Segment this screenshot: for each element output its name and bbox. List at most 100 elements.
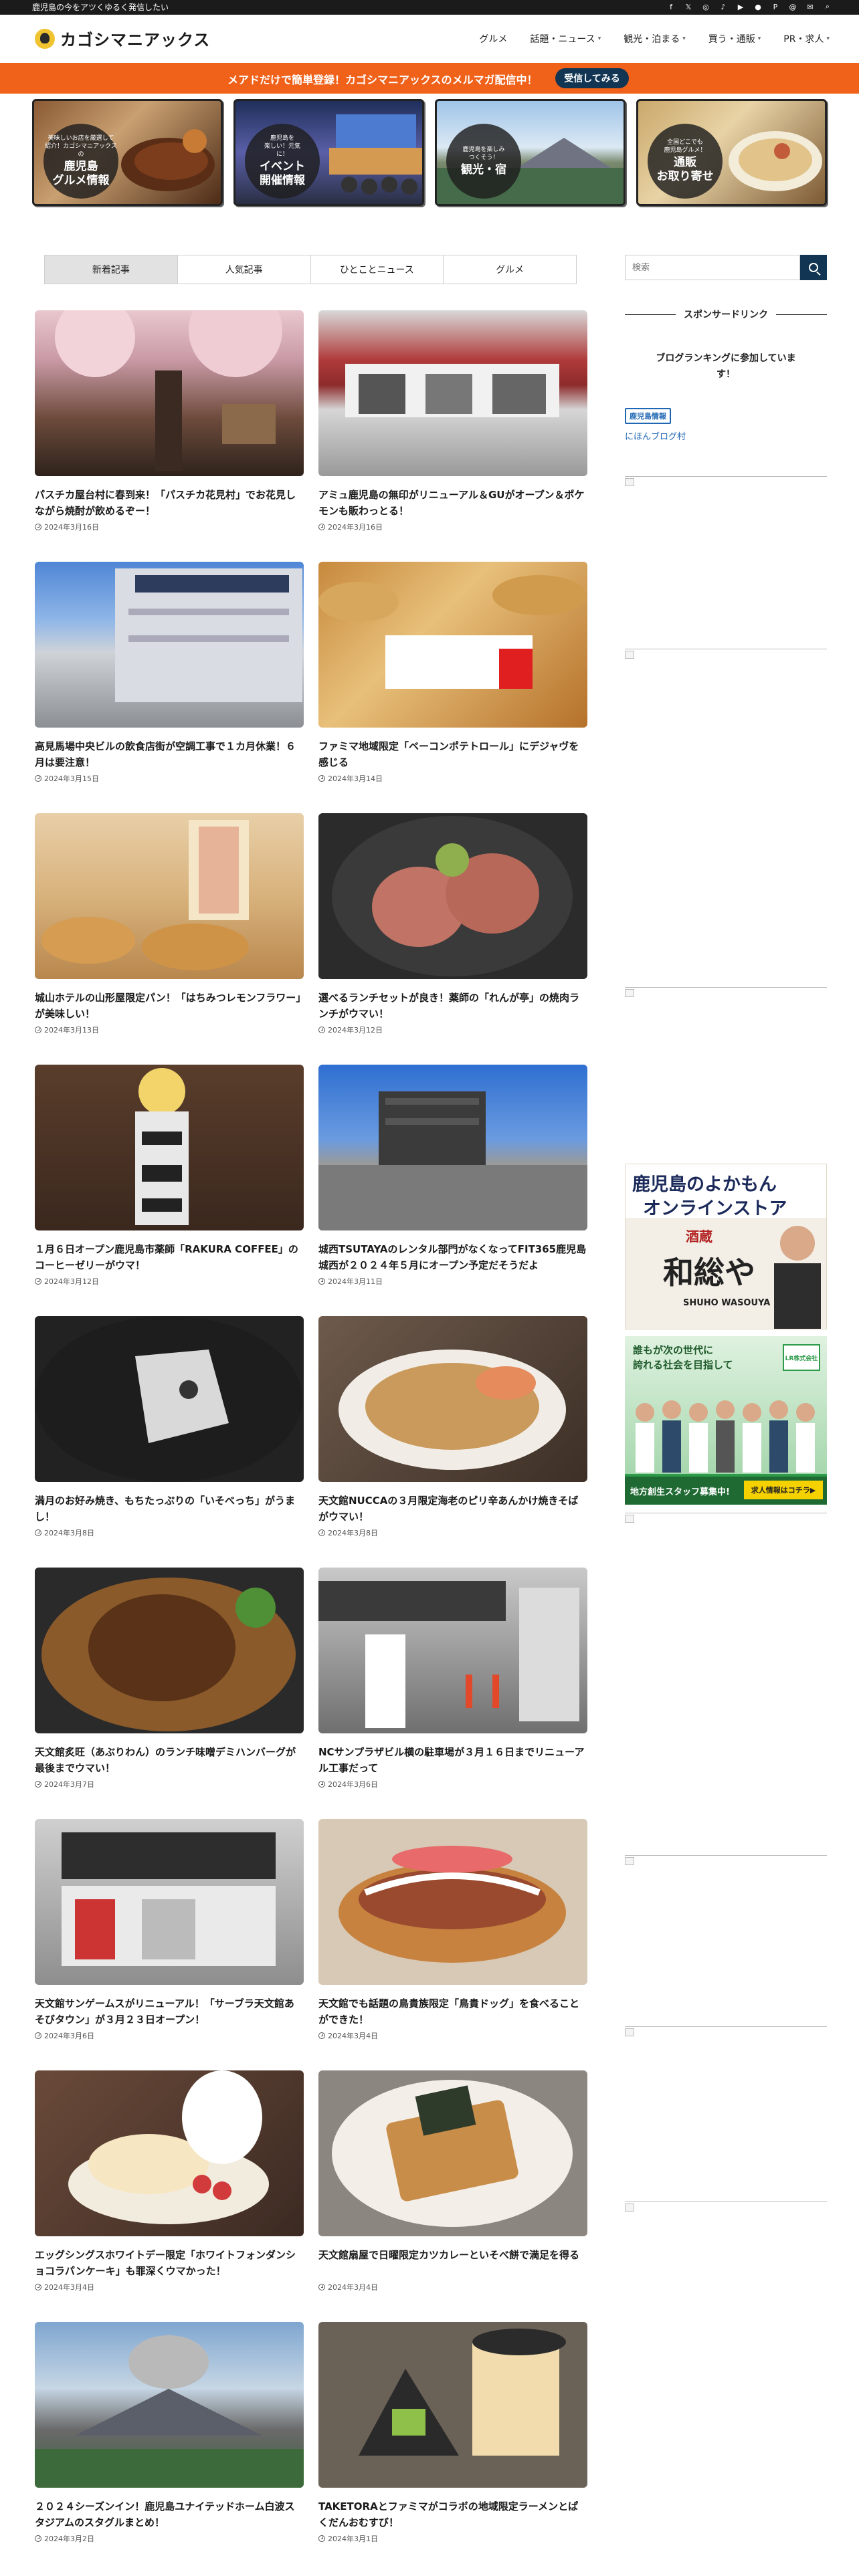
post-card[interactable]: アミュ鹿児島の無印がリニューアル＆GUがオープン＆ポケモンも販わっとる！ 202… bbox=[318, 310, 587, 532]
search-icon[interactable]: ⌕ bbox=[823, 2, 832, 11]
post-card[interactable]: １月６日オープン鹿児島市薬師「RAKURA COFFEE」のコーヒーゼリーがウマ… bbox=[35, 1065, 304, 1287]
tiktok-icon[interactable]: ♪ bbox=[719, 2, 728, 11]
post-card[interactable]: 天文館NUCCAの３月限定海老のピリ辛あんかけ焼きそばがウマい！ 2024年3月… bbox=[318, 1316, 587, 1538]
tab-popular[interactable]: 人気記事 bbox=[177, 255, 311, 284]
broken-image bbox=[625, 2026, 827, 2036]
search-input[interactable] bbox=[625, 255, 800, 280]
post-thumbnail[interactable] bbox=[318, 2070, 587, 2236]
post-card[interactable]: エッグシングスホワイトデー限定「ホワイトフォンダンショコラパンケーキ」も罪深くウ… bbox=[35, 2070, 304, 2292]
post-title[interactable]: 高見馬場中央ビルの飲食店街が空調工事で１カ月休業！６月は要注意！ bbox=[35, 738, 304, 770]
post-title[interactable]: 天文館NUCCAの３月限定海老のピリ辛あんかけ焼きそばがウマい！ bbox=[318, 1493, 587, 1525]
tab-gourmet[interactable]: グルメ bbox=[444, 255, 576, 284]
post-thumbnail[interactable] bbox=[35, 813, 304, 979]
post-thumbnail[interactable] bbox=[35, 562, 304, 728]
ad-lr-cta-button[interactable]: 求人情報はコチラ▶ bbox=[744, 1481, 823, 1499]
instagram-icon[interactable]: ◎ bbox=[701, 2, 710, 11]
post-thumbnail[interactable] bbox=[35, 2322, 304, 2488]
post-thumbnail[interactable] bbox=[318, 1819, 587, 1985]
clock-icon bbox=[318, 2535, 325, 2542]
nav-item-sightseeing[interactable]: 観光・泊まる ▾ bbox=[624, 32, 686, 45]
post-title[interactable]: NCサンプラザビル横の駐車場が３月１６日までリニューアル工事だって bbox=[318, 1744, 587, 1776]
tab-short-news[interactable]: ひとことニュース bbox=[310, 255, 444, 284]
post-title[interactable]: ２０２４シーズンイン！鹿児島ユナイテッドホーム白波スタジアムのスタグルまとめ！ bbox=[35, 2498, 304, 2531]
post-title[interactable]: 選べるランチセットが良き！薬師の「れんが亭」の焼肉ランチがウマい！ bbox=[318, 990, 587, 1022]
post-title[interactable]: TAKETORAとファミマがコラボの地域限定ラーメンとぱくだんおむすび！ bbox=[318, 2498, 587, 2531]
nav-item-gourmet[interactable]: グルメ bbox=[479, 32, 507, 45]
post-thumbnail[interactable] bbox=[35, 1568, 304, 1733]
mail-icon[interactable]: ✉ bbox=[805, 2, 815, 11]
post-title[interactable]: 天文館扇屋で日曜限定カツカレーといそべ餅で満足を得る bbox=[318, 2247, 587, 2279]
ad-lr-recruit[interactable]: 誰もが次の世代に 誇れる社会を目指して LR株式会社 地方創生スタッフ募集中! … bbox=[625, 1336, 827, 1505]
divider bbox=[776, 314, 827, 315]
post-thumbnail[interactable] bbox=[318, 813, 587, 979]
broken-image-icon bbox=[625, 2204, 634, 2212]
banner-mailorder[interactable]: 全国どこでも 鹿児島グルメ！ 通販 お取り寄せ bbox=[636, 99, 827, 206]
post-thumbnail[interactable] bbox=[318, 1065, 587, 1230]
post-card[interactable]: 選べるランチセットが良き！薬師の「れんが亭」の焼肉ランチがウマい！ 2024年3… bbox=[318, 813, 587, 1035]
nav-label: 買う・通販 bbox=[708, 34, 755, 45]
post-card[interactable]: ファミマ地域限定「ベーコンポテトロール」にデジャヴを感じる 2024年3月14日 bbox=[318, 562, 587, 784]
post-title[interactable]: 城西TSUTAYAのレンタル部門がなくなってFIT365鹿児島城西が２０２４年５… bbox=[318, 1241, 587, 1273]
tab-new[interactable]: 新着記事 bbox=[45, 255, 178, 284]
nav-item-shopping[interactable]: 買う・通販 ▾ bbox=[708, 32, 761, 45]
post-thumbnail[interactable] bbox=[35, 1819, 304, 1985]
x-icon[interactable]: 𝕏 bbox=[684, 2, 693, 11]
banner-gourmet[interactable]: 美味しいお店を厳選して 紹介！カゴシマニアックスの 鹿児島 グルメ情報 bbox=[32, 99, 223, 206]
post-card[interactable]: ２０２４シーズンイン！鹿児島ユナイテッドホーム白波スタジアムのスタグルまとめ！ … bbox=[35, 2322, 304, 2544]
blog-ranking-link[interactable]: にほんブログ村 bbox=[625, 429, 686, 442]
post-card[interactable]: 城山ホテルの山形屋限定パン！「はちみつレモンフラワー」が美味しい！ 2024年3… bbox=[35, 813, 304, 1035]
main-nav: グルメ 話題・ニュース ▾ 観光・泊まる ▾ 買う・通販 ▾ PR・求人 ▾ bbox=[479, 32, 830, 45]
post-card[interactable]: 高見馬場中央ビルの飲食店街が空調工事で１カ月休業！６月は要注意！ 2024年3月… bbox=[35, 562, 304, 784]
clock-icon bbox=[35, 1027, 41, 1033]
clock-icon bbox=[318, 2284, 325, 2290]
post-title[interactable]: １月６日オープン鹿児島市薬師「RAKURA COFFEE」のコーヒーゼリーがウマ… bbox=[35, 1241, 304, 1273]
post-title[interactable]: 天文館サンゲームスがリニューアル！「サーブラ天文館あそびタウン」が３月２３日オー… bbox=[35, 1996, 304, 2028]
post-title[interactable]: 天文館炙旺（あぶりわん）のランチ味噌デミハンバーグが最後までウマい！ bbox=[35, 1744, 304, 1776]
post-thumbnail[interactable] bbox=[318, 1568, 587, 1733]
post-title[interactable]: ファミマ地域限定「ベーコンポテトロール」にデジャヴを感じる bbox=[318, 738, 587, 770]
post-thumbnail[interactable] bbox=[35, 310, 304, 476]
banner-sightseeing[interactable]: 鹿児島を楽しみ つくそう！ 観光・宿 bbox=[435, 99, 626, 206]
post-date: 2024年3月4日 bbox=[318, 2282, 587, 2292]
youtube-icon[interactable]: ▶ bbox=[736, 2, 745, 11]
line-icon[interactable]: ● bbox=[753, 2, 763, 11]
post-title[interactable]: 城山ホテルの山形屋限定パン！「はちみつレモンフラワー」が美味しい！ bbox=[35, 990, 304, 1022]
banner-events[interactable]: 鹿児島を 楽しい！元気 に！ イベント 開催情報 bbox=[233, 99, 424, 206]
pinterest-icon[interactable]: P bbox=[771, 2, 780, 11]
post-card[interactable]: 満月のお好み焼き、もちたっぷりの「いそべっち」がうまし！ 2024年3月8日 bbox=[35, 1316, 304, 1538]
blog-ranking-badge[interactable]: 鹿児島情報 bbox=[625, 408, 671, 424]
bread-image bbox=[318, 575, 586, 689]
nav-item-news[interactable]: 話題・ニュース ▾ bbox=[530, 32, 601, 45]
search-button[interactable] bbox=[800, 255, 827, 280]
facebook-icon[interactable]: f bbox=[666, 2, 676, 11]
site-logo[interactable]: カゴシマニアックス bbox=[35, 27, 210, 50]
post-card[interactable]: TAKETORAとファミマがコラボの地域限定ラーメンとぱくだんおむすび！ 202… bbox=[318, 2322, 587, 2544]
post-title[interactable]: エッグシングスホワイトデー限定「ホワイトフォンダンショコラパンケーキ」も罪深くウ… bbox=[35, 2247, 304, 2279]
broken-image bbox=[625, 476, 827, 486]
post-thumbnail[interactable] bbox=[35, 2070, 304, 2236]
ad-wasouya[interactable]: 鹿児島のよかもん オンラインストア 酒蔵 和総や SHUHO WASOUYA bbox=[625, 1164, 827, 1329]
threads-icon[interactable]: @ bbox=[788, 2, 797, 11]
post-thumbnail[interactable] bbox=[318, 1316, 587, 1482]
post-card[interactable]: 城西TSUTAYAのレンタル部門がなくなってFIT365鹿児島城西が２０２４年５… bbox=[318, 1065, 587, 1287]
post-card[interactable]: 天文館炙旺（あぶりわん）のランチ味噌デミハンバーグが最後までウマい！ 2024年… bbox=[35, 1568, 304, 1790]
nav-item-pr[interactable]: PR・求人 ▾ bbox=[783, 32, 830, 45]
post-card[interactable]: NCサンプラザビル横の駐車場が３月１６日までリニューアル工事だって 2024年3… bbox=[318, 1568, 587, 1790]
post-thumbnail[interactable] bbox=[318, 2322, 587, 2488]
subscribe-button[interactable]: 受信してみる bbox=[555, 68, 629, 88]
post-title[interactable]: アミュ鹿児島の無印がリニューアル＆GUがオープン＆ポケモンも販わっとる！ bbox=[318, 487, 587, 519]
chevron-down-icon: ▾ bbox=[826, 35, 830, 42]
post-thumbnail[interactable] bbox=[35, 1065, 304, 1230]
post-title[interactable]: パスチカ屋台村に春到来！「パスチカ花見村」でお花見しながら焼酎が飲めるぞー！ bbox=[35, 487, 304, 519]
post-thumbnail[interactable] bbox=[35, 1316, 304, 1482]
post-card[interactable]: パスチカ屋台村に春到来！「パスチカ花見村」でお花見しながら焼酎が飲めるぞー！ 2… bbox=[35, 310, 304, 532]
post-thumbnail[interactable] bbox=[318, 310, 587, 476]
post-card[interactable]: 天文館扇屋で日曜限定カツカレーといそべ餅で満足を得る 2024年3月4日 bbox=[318, 2070, 587, 2292]
post-date-text: 2024年3月4日 bbox=[328, 2032, 378, 2040]
post-title[interactable]: 満月のお好み焼き、もちたっぷりの「いそべっち」がうまし！ bbox=[35, 1493, 304, 1525]
post-card[interactable]: 天文館サンゲームスがリニューアル！「サーブラ天文館あそびタウン」が３月２３日オー… bbox=[35, 1819, 304, 2041]
post-title[interactable]: 天文館でも話題の鳥貴族限定「鳥貴ドッグ」を食べることができた！ bbox=[318, 1996, 587, 2028]
post-card[interactable]: 天文館でも話題の鳥貴族限定「鳥貴ドッグ」を食べることができた！ 2024年3月4… bbox=[318, 1819, 587, 2041]
post-thumbnail[interactable] bbox=[318, 562, 587, 728]
post-date-text: 2024年3月7日 bbox=[44, 1780, 94, 1789]
